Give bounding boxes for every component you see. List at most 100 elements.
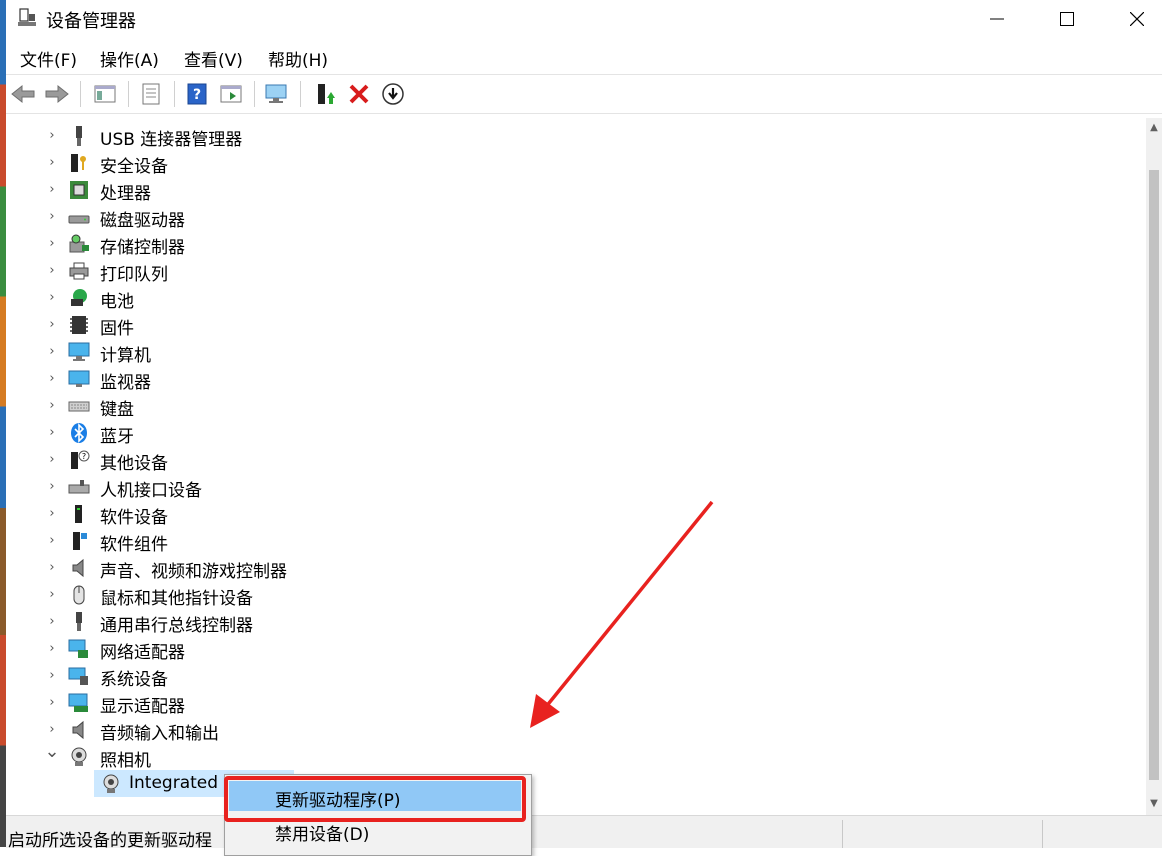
chevron-right-icon[interactable]: › [44, 584, 60, 604]
menu-action[interactable]: 操作(A) [100, 46, 159, 71]
system-device-icon [68, 665, 90, 687]
maximize-button[interactable] [1044, 0, 1090, 38]
tree-item[interactable]: › 人机接口设备 [6, 473, 1106, 502]
chevron-right-icon[interactable]: › [44, 557, 60, 577]
annotation-highlight-box [224, 776, 526, 822]
chevron-right-icon[interactable]: › [44, 422, 60, 442]
toolbar-separator [174, 81, 175, 107]
chevron-right-icon[interactable]: › [44, 395, 60, 415]
keyboard-icon [68, 395, 90, 417]
tree-item[interactable]: › USB 连接器管理器 [6, 122, 1106, 150]
uninstall-device-button[interactable] [346, 81, 372, 107]
tree-item[interactable]: › 通用串行总线控制器 [6, 608, 1106, 636]
minimize-button[interactable] [974, 0, 1020, 38]
tree-item-label: 打印队列 [100, 265, 168, 285]
tree-item-label: 安全设备 [100, 157, 168, 177]
menu-help[interactable]: 帮助(H) [268, 46, 328, 71]
chevron-right-icon[interactable]: › [44, 719, 60, 739]
tree-item[interactable]: › 软件组件 [6, 527, 1106, 555]
vertical-scrollbar[interactable]: ▲ ▼ [1146, 118, 1162, 815]
display-adapter-icon [68, 692, 90, 714]
properties-icon [142, 83, 160, 105]
update-driver-toolbar-button[interactable] [312, 81, 338, 107]
tree-item-label: 照相机 [100, 751, 151, 771]
chevron-right-icon[interactable]: › [44, 449, 60, 469]
tree-item-label: 显示适配器 [100, 697, 185, 717]
chevron-right-icon[interactable]: › [44, 368, 60, 388]
tree-item[interactable]: › 处理器 [6, 176, 1106, 204]
tree-item[interactable]: › 电池 [6, 284, 1106, 312]
tree-item-label: 人机接口设备 [100, 481, 202, 501]
tree-item[interactable]: › 存储控制器 [6, 230, 1106, 258]
toolbar-separator [80, 81, 81, 107]
tree-item[interactable]: › 监视器 [6, 365, 1106, 393]
tree-item[interactable]: › 蓝牙 [6, 419, 1106, 447]
tree-item-label: USB 连接器管理器 [100, 130, 243, 150]
tree-item[interactable]: › 固件 [6, 311, 1106, 339]
chevron-right-icon[interactable]: › [44, 638, 60, 658]
tree-item[interactable]: › 音频输入和输出 [6, 716, 1106, 744]
tree-item[interactable]: › 网络适配器 [6, 635, 1106, 663]
action-pane-icon [220, 85, 242, 103]
tree-item[interactable]: › 声音、视频和游戏控制器 [6, 554, 1106, 582]
forward-button[interactable] [44, 81, 70, 107]
status-divider [1042, 820, 1043, 848]
tree-item[interactable]: › 磁盘驱动器 [6, 203, 1106, 232]
tree-item-label: 蓝牙 [100, 427, 134, 447]
update-driver-icon [318, 84, 335, 104]
toolbar-separator [128, 81, 129, 107]
enable-device-button[interactable] [380, 81, 406, 107]
chevron-right-icon[interactable]: › [44, 692, 60, 712]
properties-button[interactable] [138, 81, 164, 107]
chevron-right-icon[interactable]: › [44, 206, 60, 226]
chevron-right-icon[interactable]: › [44, 233, 60, 253]
svg-text:?: ? [193, 87, 201, 103]
help-icon: ? [187, 83, 207, 105]
scroll-up-arrow-icon[interactable]: ▲ [1146, 118, 1162, 136]
tree-item[interactable]: › 系统设备 [6, 662, 1106, 690]
chevron-right-icon[interactable]: › [44, 152, 60, 172]
show-hide-console-tree-button[interactable] [92, 81, 118, 107]
chevron-right-icon[interactable]: › [44, 611, 60, 631]
tree-item[interactable]: ⌄ 照相机 [6, 741, 1106, 772]
software-device-icon [68, 503, 90, 525]
chevron-right-icon[interactable]: › [44, 503, 60, 523]
toolbar-separator [300, 81, 301, 107]
chevron-right-icon[interactable]: › [44, 125, 60, 145]
action-pane-button[interactable] [218, 81, 244, 107]
menu-view[interactable]: 查看(V) [184, 46, 243, 71]
tree-item[interactable]: › 软件设备 [6, 500, 1106, 528]
chevron-right-icon[interactable]: › [44, 530, 60, 550]
mouse-icon [68, 584, 90, 606]
tree-item[interactable]: › 安全设备 [6, 149, 1106, 177]
tree-item[interactable]: › 计算机 [6, 338, 1106, 366]
minimize-icon [990, 18, 1004, 20]
tree-item[interactable]: › 打印队列 [6, 257, 1106, 285]
security-device-icon [68, 152, 90, 174]
chevron-right-icon[interactable]: › [44, 341, 60, 361]
chevron-right-icon[interactable]: › [44, 314, 60, 334]
back-button[interactable] [10, 81, 36, 107]
camera-icon [68, 746, 90, 768]
chevron-right-icon[interactable]: › [44, 665, 60, 685]
tree-item[interactable]: › 键盘 [6, 392, 1106, 421]
scroll-down-arrow-icon[interactable]: ▼ [1146, 794, 1162, 812]
chevron-down-icon[interactable]: ⌄ [44, 741, 60, 762]
tree-item-label: 通用串行总线控制器 [100, 616, 253, 636]
scroll-thumb[interactable] [1149, 170, 1159, 780]
chevron-right-icon[interactable]: › [44, 287, 60, 307]
scan-hardware-button[interactable] [264, 81, 290, 107]
chevron-right-icon[interactable]: › [44, 260, 60, 280]
firmware-icon [68, 314, 90, 336]
back-arrow-icon [11, 84, 35, 104]
tree-item[interactable]: › 鼠标和其他指针设备 [6, 581, 1106, 609]
help-button[interactable]: ? [184, 81, 210, 107]
close-button[interactable] [1114, 0, 1160, 38]
menu-file[interactable]: 文件(F) [20, 46, 77, 71]
tree-item[interactable]: › 显示适配器 [6, 689, 1106, 717]
chevron-right-icon[interactable]: › [44, 179, 60, 199]
storage-controller-icon [68, 233, 90, 255]
tree-item[interactable]: ›? 其他设备 [6, 446, 1106, 474]
tree-item-label: Integrated C [129, 773, 236, 793]
chevron-right-icon[interactable]: › [44, 476, 60, 496]
